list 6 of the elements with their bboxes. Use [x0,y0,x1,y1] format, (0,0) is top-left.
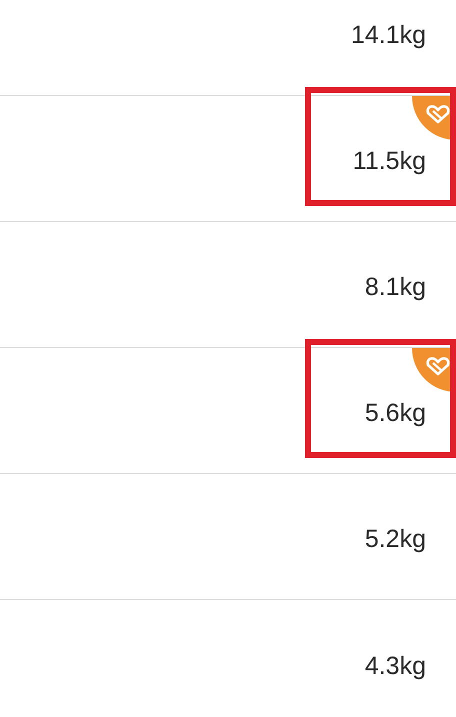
weight-value: 8.1kg [364,273,426,302]
weight-value: 11.5kg [352,147,426,176]
weight-value: 14.1kg [350,21,426,50]
weight-value: 5.6kg [364,399,426,428]
weight-value: 4.3kg [364,652,426,680]
weight-value: 5.2kg [364,525,426,554]
